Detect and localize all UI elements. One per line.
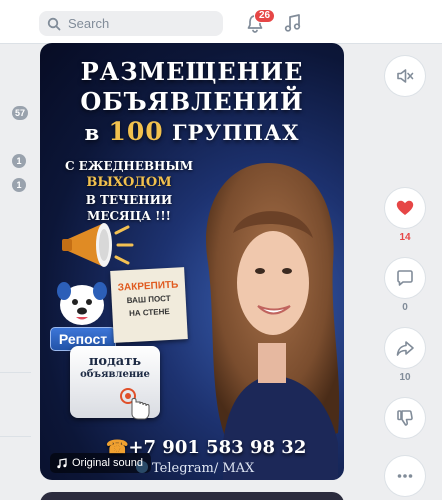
next-video-post[interactable]: [40, 492, 344, 500]
more-options-button[interactable]: [385, 456, 425, 496]
counter-badge: 1: [12, 178, 26, 192]
like-button[interactable]: [385, 188, 425, 228]
speaker-muted-icon: [397, 69, 414, 83]
share-button[interactable]: [385, 328, 425, 368]
comment-icon: [397, 270, 413, 286]
video-post[interactable]: РАЗМЕЩЕНИЕ ОБЪЯВЛЕНИЙ в 100 ГРУППАХ С ЕЖ…: [40, 43, 344, 480]
share-arrow-icon: [396, 341, 414, 356]
ad-title-line3: в 100 ГРУППАХ: [84, 117, 300, 146]
search-input[interactable]: Search: [39, 11, 223, 36]
submit-ad-card: подать объявление: [70, 346, 160, 420]
music-icon[interactable]: [283, 12, 303, 34]
comment-count: 0: [402, 302, 408, 313]
pin-post-note: ЗАКРЕПИТЬ ВАШ ПОСТ НА СТЕНЕ: [110, 267, 188, 343]
top-bar: Search 26: [0, 0, 442, 44]
thumbs-down-icon: [397, 410, 413, 426]
notifications-badge: 26: [254, 9, 276, 23]
woman-portrait-image: [206, 163, 340, 480]
ad-title-line2: ОБЪЯВЛЕНИЙ: [80, 87, 304, 116]
counter-badge: 1: [12, 154, 26, 168]
divider: [0, 372, 31, 373]
share-count: 10: [399, 372, 411, 383]
more-dots-icon: [397, 474, 413, 478]
music-note-icon: [57, 457, 67, 468]
like-count: 14: [399, 232, 411, 243]
divider: [0, 436, 31, 437]
heart-icon: [396, 200, 414, 215]
ad-title-line1: РАЗМЕЩЕНИЕ: [80, 57, 304, 86]
dog-mascot-image: [57, 282, 107, 325]
comment-button[interactable]: [385, 258, 425, 298]
search-icon: [47, 17, 61, 30]
megaphone-icon: [62, 223, 134, 267]
mute-button[interactable]: [385, 56, 425, 96]
telegram-contact: Telegram/ MAX: [136, 461, 316, 476]
search-placeholder: Search: [68, 16, 110, 31]
left-sidebar: 57 1 1: [0, 44, 31, 500]
counter-badge: 57: [12, 106, 29, 120]
dislike-button[interactable]: [385, 398, 425, 438]
original-sound-chip[interactable]: Original sound: [50, 453, 151, 473]
hand-cursor-icon: [120, 388, 150, 420]
